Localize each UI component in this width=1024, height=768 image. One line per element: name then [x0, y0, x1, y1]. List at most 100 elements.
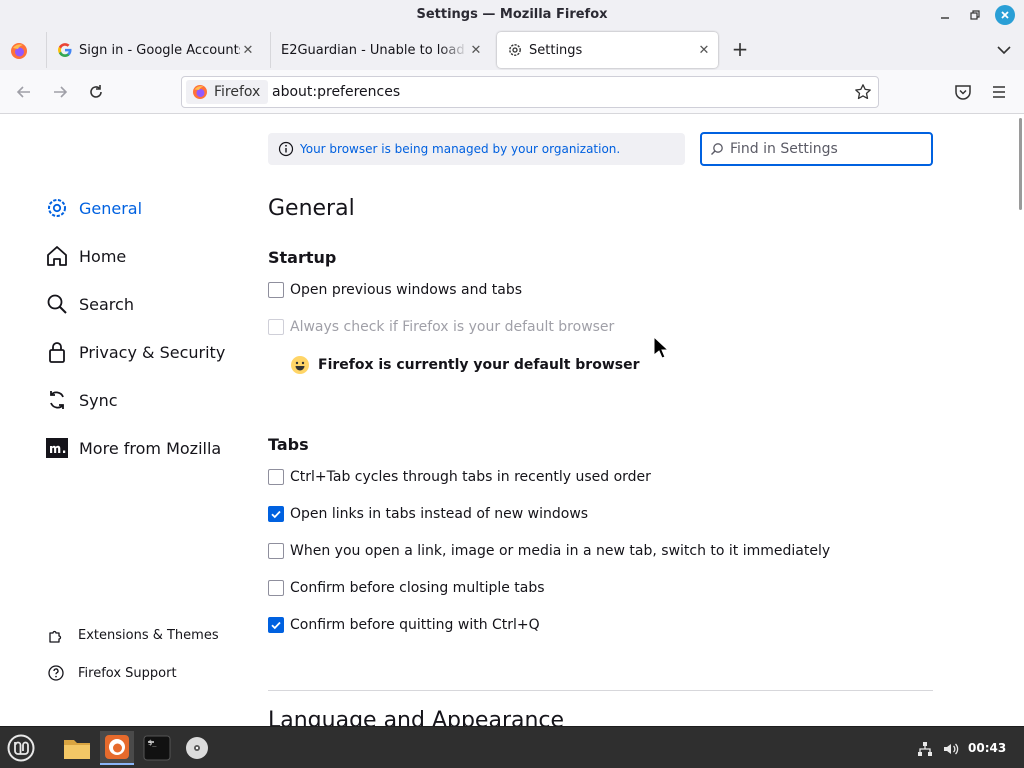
window-title: Settings — Mozilla Firefox: [416, 7, 608, 22]
policies-notice[interactable]: Your browser is being managed by your or…: [268, 133, 685, 165]
extensions-themes-link[interactable]: Extensions & Themes: [47, 625, 219, 645]
tab-settings[interactable]: Settings ✕: [497, 32, 718, 68]
network-tray[interactable]: [916, 739, 934, 759]
gear-icon: [509, 44, 521, 56]
search-input[interactable]: [730, 141, 930, 157]
identity-box[interactable]: Firefox: [186, 80, 269, 104]
option-label: Confirm before quitting with Ctrl+Q: [290, 617, 540, 633]
disc-icon: [186, 737, 208, 759]
checkbox[interactable]: [268, 580, 284, 596]
close-tab-icon[interactable]: ✕: [240, 43, 256, 58]
tab-e2guardian[interactable]: E2Guardian - Unable to load web page ✕: [270, 32, 490, 68]
url-text[interactable]: about:preferences: [272, 84, 400, 100]
option-label: Ctrl+Tab cycles through tabs in recently…: [290, 469, 651, 485]
sidebar-item-label: Sync: [79, 390, 118, 410]
linux-mint-icon: [7, 734, 35, 762]
terminal-taskbar-button[interactable]: $_: [140, 731, 174, 765]
sidebar-item-search[interactable]: Search: [45, 290, 134, 318]
sidebar-item-label: General: [79, 198, 143, 218]
firefox-support-link[interactable]: Firefox Support: [47, 663, 177, 683]
close-tab-icon[interactable]: ✕: [468, 43, 484, 58]
maximize-button[interactable]: [965, 5, 985, 25]
clock[interactable]: 00:43: [968, 741, 1006, 755]
checkbox[interactable]: [268, 506, 284, 522]
firefox-icon: [105, 735, 129, 759]
confirm-closing-tabs-option[interactable]: Confirm before closing multiple tabs: [268, 578, 545, 598]
search-icon: [45, 292, 69, 316]
minimize-icon: [941, 17, 949, 19]
sidebar-item-label: Privacy & Security: [79, 342, 226, 362]
checkbox[interactable]: [268, 282, 284, 298]
home-icon: [45, 244, 69, 268]
tab-google-signin[interactable]: Sign in - Google Accounts ✕: [46, 32, 262, 68]
option-label: Confirm before closing multiple tabs: [290, 580, 545, 596]
checkbox[interactable]: [268, 617, 284, 633]
checkbox: [268, 319, 284, 335]
tab-label: Settings: [529, 42, 583, 58]
checkmark-icon: [271, 621, 281, 630]
chevron-down-icon[interactable]: [994, 40, 1014, 60]
arrow-right-icon: [54, 86, 68, 98]
open-previous-windows-option[interactable]: Open previous windows and tabs: [268, 280, 522, 300]
mouse-pointer-icon: [653, 336, 670, 359]
checkbox[interactable]: [268, 543, 284, 559]
scrollbar[interactable]: [1019, 118, 1022, 210]
identity-label: Firefox: [214, 84, 261, 100]
tabs-heading: Tabs: [268, 435, 309, 454]
close-window-button[interactable]: [995, 5, 1015, 25]
pocket-icon[interactable]: [954, 83, 972, 101]
sidebar-item-label: Search: [79, 294, 134, 314]
startup-heading: Startup: [268, 248, 337, 267]
firefox-taskbar-button[interactable]: [100, 731, 134, 765]
back-button[interactable]: [12, 80, 36, 104]
tab-label: E2Guardian - Unable to load web page: [281, 42, 468, 58]
option-label: Open previous windows and tabs: [290, 282, 523, 298]
sync-icon: [45, 388, 69, 412]
google-icon: [58, 43, 72, 57]
firefox-icon: [193, 85, 207, 99]
policies-notice-text[interactable]: Your browser is being managed by your or…: [300, 142, 620, 156]
terminal-icon: $_: [143, 735, 171, 761]
tab-strip: Sign in - Google Accounts ✕ E2Guardian -…: [0, 30, 1024, 70]
firefox-view-icon[interactable]: [10, 42, 28, 60]
mozilla-icon: [45, 436, 69, 460]
hamburger-menu-icon[interactable]: [990, 83, 1008, 101]
navigation-toolbar: Firefox about:preferences: [0, 70, 1024, 114]
checkmark-icon: [271, 510, 281, 519]
sidebar-item-more-from-mozilla[interactable]: More from Mozilla: [45, 434, 221, 462]
always-check-default-option: Always check if Firefox is your default …: [268, 317, 614, 337]
reload-button[interactable]: [84, 80, 108, 104]
minimize-button[interactable]: [935, 5, 955, 25]
media-taskbar-button[interactable]: [180, 731, 214, 765]
sidebar-item-label: Home: [79, 246, 127, 266]
smiley-icon: [291, 356, 309, 374]
open-links-in-tabs-option[interactable]: Open links in tabs instead of new window…: [268, 504, 588, 524]
close-icon: [1001, 11, 1009, 19]
sidebar-item-general[interactable]: General: [45, 194, 142, 222]
find-in-settings[interactable]: [700, 132, 933, 166]
option-label: Always check if Firefox is your default …: [290, 319, 615, 335]
help-icon: [48, 665, 64, 681]
taskbar: $_ 00:43: [0, 726, 1024, 768]
gear-icon: [45, 196, 69, 220]
confirm-quitting-option[interactable]: Confirm before quitting with Ctrl+Q: [268, 615, 540, 635]
firefox-support-label: Firefox Support: [78, 665, 177, 681]
forward-button[interactable]: [48, 80, 72, 104]
address-bar[interactable]: Firefox about:preferences: [181, 76, 879, 108]
language-appearance-heading: Language and Appearance: [268, 708, 565, 726]
window-titlebar: Settings — Mozilla Firefox: [0, 0, 1024, 30]
sidebar-item-privacy[interactable]: Privacy & Security: [45, 338, 225, 366]
checkbox[interactable]: [268, 469, 284, 485]
sidebar-item-label: More from Mozilla: [79, 438, 222, 458]
restore-icon: [970, 10, 980, 20]
start-menu-button[interactable]: [4, 731, 38, 765]
close-tab-icon[interactable]: ✕: [696, 43, 712, 58]
bookmark-star-icon[interactable]: [854, 83, 872, 101]
files-taskbar-button[interactable]: [60, 731, 94, 765]
new-tab-button[interactable]: +: [728, 38, 752, 62]
sidebar-item-sync[interactable]: Sync: [45, 386, 118, 414]
ctrl-tab-option[interactable]: Ctrl+Tab cycles through tabs in recently…: [268, 467, 651, 487]
switch-to-new-tab-option[interactable]: When you open a link, image or media in …: [268, 541, 830, 561]
volume-tray[interactable]: [942, 739, 960, 759]
sidebar-item-home[interactable]: Home: [45, 242, 126, 270]
